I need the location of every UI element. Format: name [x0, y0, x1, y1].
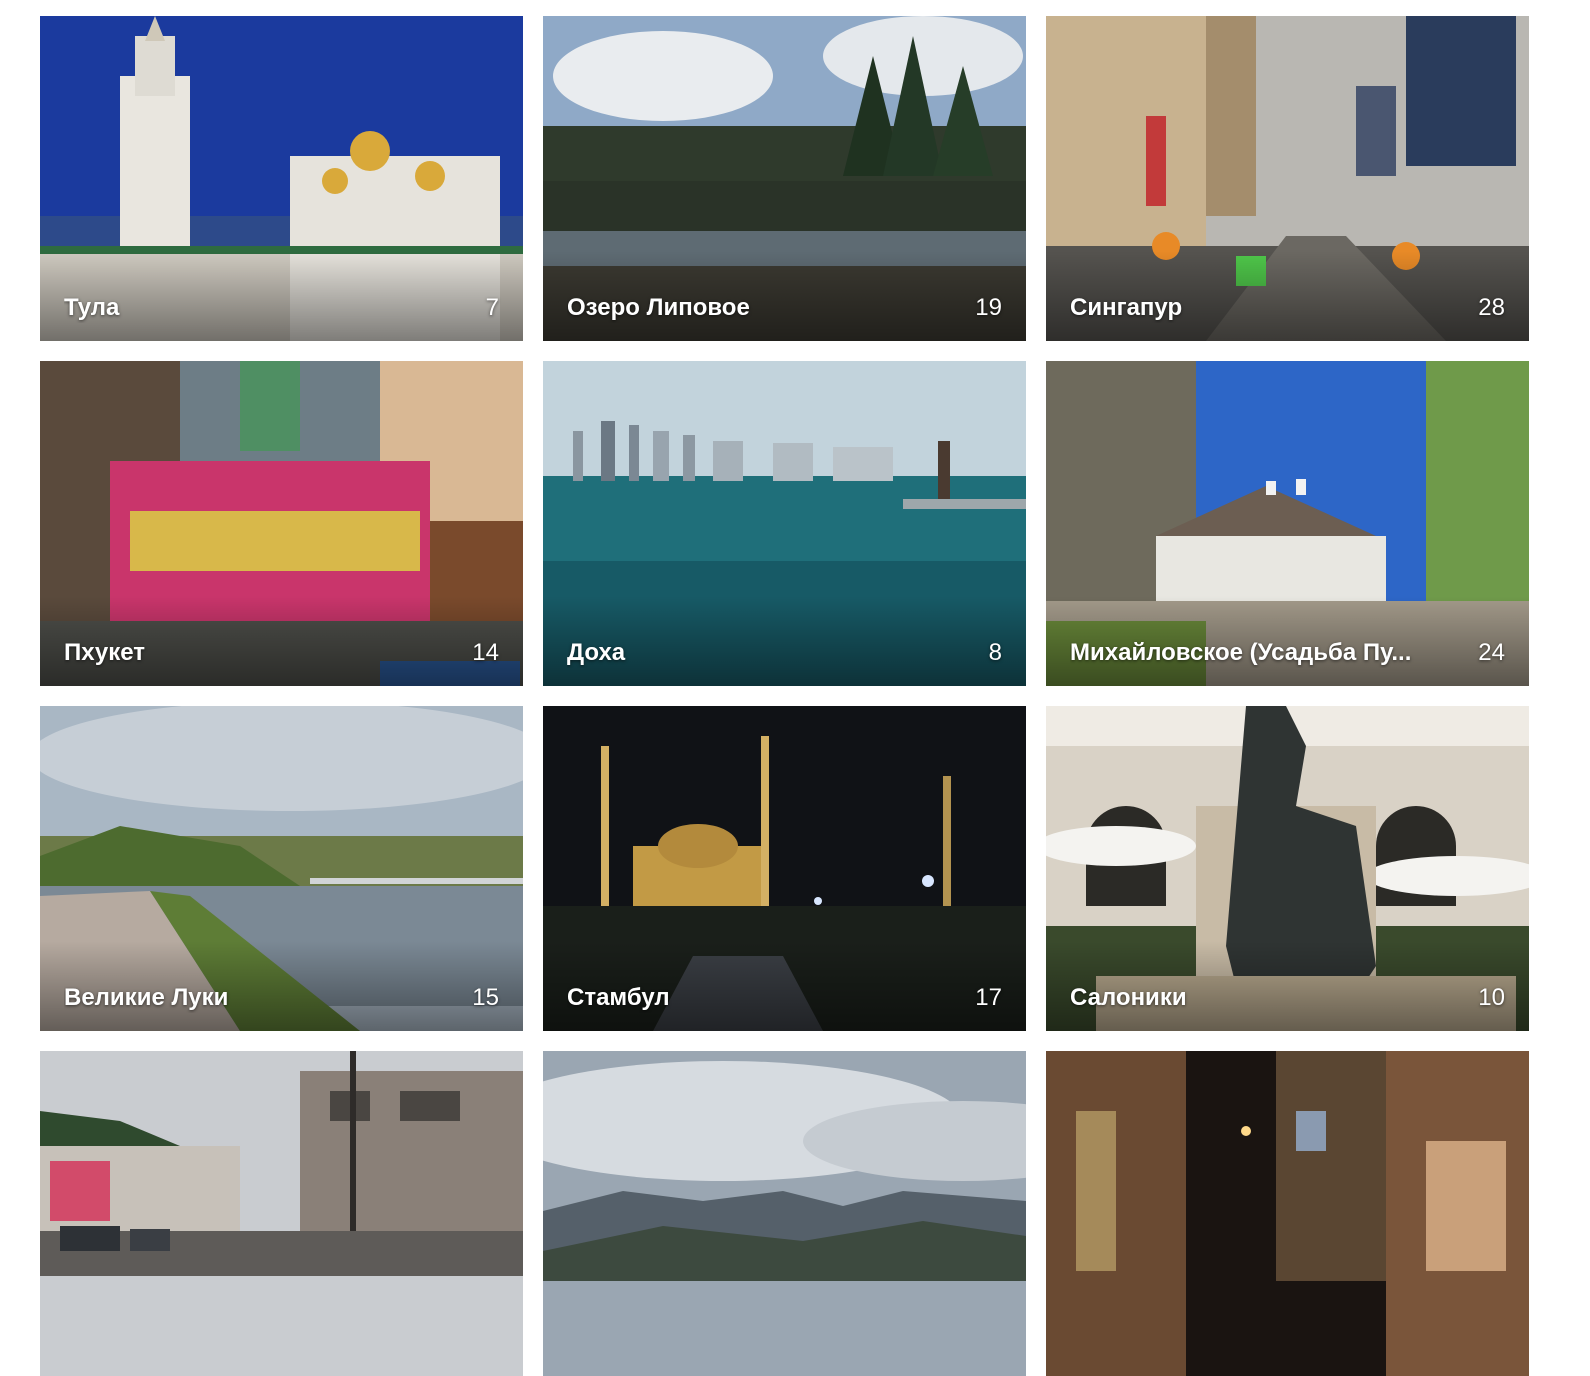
- album-tile[interactable]: Озеро Липовое 19: [543, 16, 1026, 341]
- album-title: Тула: [64, 294, 120, 321]
- album-photo-count: 7: [485, 294, 499, 321]
- album-photo-count: 14: [472, 639, 499, 666]
- album-title: Пхукет: [64, 639, 146, 666]
- album-photo-count: 24: [1478, 639, 1505, 666]
- album-title: Стамбул: [567, 984, 670, 1011]
- album-photo-count: 28: [1478, 294, 1505, 321]
- album-tile[interactable]: Стамбул 17: [543, 706, 1026, 1031]
- album-photo-count: 19: [975, 294, 1002, 321]
- album-photo-count: 8: [988, 639, 1002, 666]
- album-tile[interactable]: Пхукет 14: [40, 361, 523, 686]
- album-photo-count: 17: [975, 984, 1002, 1011]
- album-tile[interactable]: Михайловское (Усадьба Пу... 24: [1046, 361, 1529, 686]
- album-tile[interactable]: Сингапур 28: [1046, 16, 1529, 341]
- album-cover-image: [40, 1051, 523, 1376]
- album-tile[interactable]: Тула 7: [40, 16, 523, 341]
- album-title: Озеро Липовое: [567, 294, 750, 321]
- album-cover-image: [1046, 1051, 1529, 1376]
- album-tile[interactable]: [40, 1051, 523, 1376]
- album-tile[interactable]: Доха 8: [543, 361, 1026, 686]
- album-title: Сингапур: [1070, 294, 1183, 321]
- album-tile[interactable]: [1046, 1051, 1529, 1376]
- album-title: Доха: [567, 639, 626, 666]
- album-title: Великие Луки: [64, 984, 229, 1011]
- album-cover-image: [543, 1051, 1026, 1376]
- album-title: Михайловское (Усадьба Пу...: [1070, 639, 1412, 666]
- album-photo-count: 10: [1478, 984, 1505, 1011]
- album-tile[interactable]: Салоники 10: [1046, 706, 1529, 1031]
- album-title: Салоники: [1070, 984, 1187, 1011]
- album-tile[interactable]: [543, 1051, 1026, 1376]
- album-tile[interactable]: Великие Луки 15: [40, 706, 523, 1031]
- album-photo-count: 15: [472, 984, 499, 1011]
